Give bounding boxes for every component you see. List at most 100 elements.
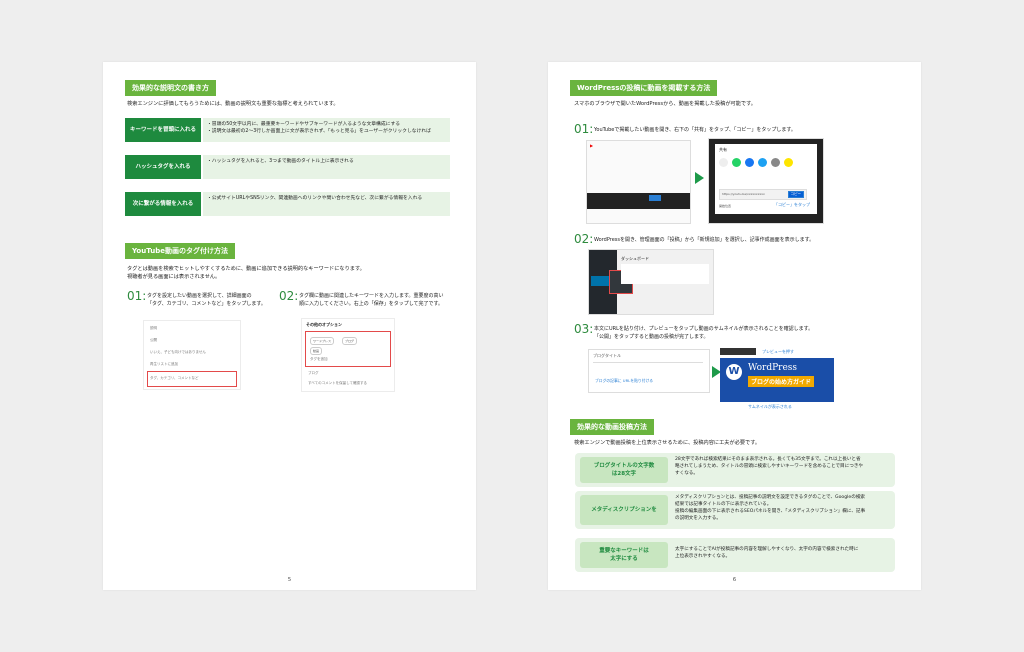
keyword-label: ハッシュタグを入れる [125, 155, 201, 179]
section-title-tags: YouTube動画のタグ付け方法 [125, 243, 235, 259]
options-title: その他のオプション [306, 322, 342, 327]
share-button[interactable] [649, 195, 661, 201]
effect-label: 重要なキーワードは 太字にする [580, 542, 668, 568]
share-label: 共有 [719, 147, 727, 152]
effect-desc: 太字にすることでAIが投稿記事の内容を理解しやすくなり、太字の内容で検索された時… [675, 546, 891, 560]
page-6: WordPressの投稿に動画を掲載する方法 スマホのブラウザで開いたWordP… [548, 62, 921, 590]
wordpress-dashboard-screenshot: ダッシュボード [588, 249, 714, 315]
category-row[interactable]: ブログ [308, 371, 319, 376]
youtube-video-screenshot: ▶ [586, 140, 691, 224]
effect-desc: 28文字であれば検索結果にそのまま表示される。長くても35文字まで。これ以上長い… [675, 456, 891, 477]
effect-desc: メタディスクリプションとは、投稿記事の説明文を設定できるタグのことで、Googl… [675, 494, 891, 522]
tags-intro-1: タグとは動画を検索でヒットしやすくするために、動画に追加できる説明的なキーワード… [127, 266, 365, 272]
desc-line: ・ハッシュタグを入れると、3つまで動画のタイトル上に表示される [207, 159, 354, 164]
thumbnail-subtitle: ブログの始め方ガイド [748, 376, 815, 387]
youtube-logo-icon: ▶ [590, 143, 594, 148]
desc-line: メタディスクリプションとは、投稿記事の説明文を設定できるタグのことで、Googl… [675, 495, 866, 500]
add-tag-label[interactable]: タグを追加 [310, 357, 328, 362]
share-url-text: https://youtu.be/xxxxxxxxxx [722, 192, 765, 196]
row-description[interactable]: 説明 [150, 326, 157, 331]
desc-line: 略されてしまうため、タイトルの冒頭に検索しやすいキーワードを含めることで目につき… [675, 464, 864, 469]
step-text: 順に入力してください。右上の「保存」をタップして完了です。 [299, 301, 444, 307]
copy-button[interactable]: コピー [787, 191, 804, 198]
facebook-icon[interactable] [745, 158, 754, 167]
share-url-field[interactable]: https://youtu.be/xxxxxxxxxx コピー [719, 189, 807, 200]
copy-note: 「コピー」をタップ [774, 202, 810, 207]
row-playlist[interactable]: 再生リストに追加 [150, 362, 178, 367]
keyword-row: ハッシュタグを入れる ・ハッシュタグを入れると、3つまで動画のタイトル上に表示さ… [125, 155, 450, 179]
tag-chip[interactable]: ワードプレス [310, 337, 335, 345]
highlight-box [147, 371, 237, 387]
keyword-desc: ・ハッシュタグを入れると、3つまで動画のタイトル上に表示される [203, 155, 450, 179]
section-title-description: 効果的な説明文の書き方 [125, 80, 216, 96]
step-text: タグを設定したい動画を選択して、詳細画面の [147, 293, 252, 299]
keyword-row: 次に繋がる情報を入れる ・公式サイトURLやSNSリンク、関連動画へのリンクや問… [125, 192, 450, 216]
page-number: 6 [732, 577, 737, 583]
row-kids[interactable]: いいえ、子ども向けではありません [150, 350, 206, 355]
embed-icon[interactable] [719, 158, 728, 167]
welcome-panel [621, 264, 709, 284]
effect-row: ブログタイトルの文字数 は28文字 28文字であれば検索結果にそのまま表示される… [575, 453, 895, 487]
keyword-label: キーワードを冒頭に入れる [125, 118, 201, 142]
step-text: YouTubeで掲載したい動画を開き、右下の「共有」をタップ、「コピー」をタップ… [594, 127, 796, 133]
section-title-wordpress: WordPressの投稿に動画を掲載する方法 [570, 80, 718, 96]
dashboard-title: ダッシュボード [621, 256, 649, 261]
start-position-label: 開始位置 [719, 204, 732, 208]
desc-line: の説明文を入力する。 [675, 516, 721, 521]
tag-chip[interactable]: ブログ [342, 337, 358, 345]
step-number: 02: [279, 289, 299, 303]
comment-row[interactable]: すべてのコメントを保留して確認する [308, 381, 367, 386]
desc-line: すくなる。 [675, 471, 698, 476]
section-intro: スマホのブラウザで開いたWordPressから、動画を掲載した投稿が可能です。 [574, 101, 756, 107]
step-text: タグ欄に動画に関連したキーワードを入力します。重要度の高い [299, 293, 444, 299]
tags-intro-2: 視聴者が見る画面には表示されません。 [127, 274, 221, 280]
phone-screen-options: その他のオプション ワードプレス ブログ 動画 タグを追加 ブログ すべてのコメ… [301, 318, 395, 392]
section-intro: 検索エンジンに評価してもらうためには、動画の説明文も重要な指標と考えられています… [127, 101, 339, 107]
effect-label: ブログタイトルの文字数 は28文字 [580, 457, 668, 483]
whatsapp-icon[interactable] [732, 158, 741, 167]
editor-title-field[interactable]: ブログタイトル [593, 353, 621, 359]
step-number: 01: [574, 122, 594, 136]
editor-screenshot: ブログタイトル ブログの記事に URLを貼り付ける [588, 349, 710, 393]
thumbnail-note: サムネイルが表示される [748, 404, 792, 409]
keyword-desc: ・公式サイトURLやSNSリンク、関連動画へのリンクや問い合わせ先など、次に繋が… [203, 192, 450, 216]
row-visibility[interactable]: 公開 [150, 338, 157, 343]
effect-label: メタディスクリプションを [580, 495, 668, 525]
step-number: 03: [574, 322, 594, 336]
desc-line: ・冒頭の50文字以内に、最重要キーワードやサブキーワードが入るような文章構成にす… [207, 122, 401, 127]
section-intro: 検索エンジンで動画投稿を上位表示させるために、投稿内容に工夫が必要です。 [574, 440, 761, 446]
page-5: 効果的な説明文の書き方 検索エンジンに評価してもらうためには、動画の説明文も重要… [103, 62, 476, 590]
desc-line: ・説明文は最初の2〜3行しか画面上に文が表示されず、「もっと見る」をユーザーがク… [207, 129, 431, 134]
step-text: 「タグ、カテゴリ、コメントなど」をタップします。 [147, 301, 266, 307]
step-number: 01: [127, 289, 147, 303]
video-thumbnail[interactable]: W WordPress ブログの始め方ガイド [720, 358, 834, 402]
desc-line: 結果では記事タイトルの下に表示されている。 [675, 502, 772, 507]
keyword-row: キーワードを冒頭に入れる ・冒頭の50文字以内に、最重要キーワードやサブキーワー… [125, 118, 450, 142]
step-number: 02: [574, 232, 594, 246]
video-control-bar[interactable] [587, 193, 690, 209]
page-number: 5 [287, 577, 292, 583]
desc-line: 28文字であれば検索結果にそのまま表示される。長くても35文字まで。これ以上長い… [675, 457, 861, 462]
section-title-posting: 効果的な動画投稿方法 [570, 419, 654, 435]
mail-icon[interactable] [771, 158, 780, 167]
step-text: 「公開」をタップすると動画の投稿が完了します。 [594, 334, 709, 340]
step-text: 本文にURLを貼り付け、プレビューをタップし動画のサムネイルが表示されることを確… [594, 326, 814, 332]
effect-row: メタディスクリプションを メタディスクリプションとは、投稿記事の説明文を設定でき… [575, 491, 895, 529]
twitter-icon[interactable] [758, 158, 767, 167]
paste-url-note: ブログの記事に URLを貼り付ける [595, 378, 654, 383]
desc-line: 上位表示されやすくなる。 [675, 554, 731, 559]
preview-toolbar[interactable] [720, 348, 756, 355]
step-text: WordPressを開き、管理画面の「投稿」から「新規追加」を選択し、記事作成画… [594, 237, 815, 243]
phone-screen-details: 説明 公開 いいえ、子ども向けではありません 再生リストに追加 タグ、カテゴリ、… [143, 320, 241, 390]
thumbnail-title: WordPress [748, 363, 798, 373]
preview-note: プレビューを押す [762, 349, 794, 354]
share-dialog-screenshot: 共有 https://youtu.be/xxxxxxxxxx コピー 開始位置 [708, 138, 824, 224]
desc-line: 投稿の編集画面の下に表示されるSEOパネルを開き、「メタディスクリプション」欄に… [675, 509, 866, 514]
desc-line: 太字にすることでAIが投稿記事の内容を理解しやすくなり、太字の内容で検索された時… [675, 547, 859, 552]
tag-chip[interactable]: 動画 [310, 347, 323, 355]
desc-line: ・公式サイトURLやSNSリンク、関連動画へのリンクや問い合わせ先など、次に繋が… [207, 196, 423, 201]
kakaotalk-icon[interactable] [784, 158, 793, 167]
keyword-label: 次に繋がる情報を入れる [125, 192, 201, 216]
keyword-desc: ・冒頭の50文字以内に、最重要キーワードやサブキーワードが入るような文章構成にす… [203, 118, 450, 142]
wordpress-logo-icon: W [726, 364, 742, 380]
